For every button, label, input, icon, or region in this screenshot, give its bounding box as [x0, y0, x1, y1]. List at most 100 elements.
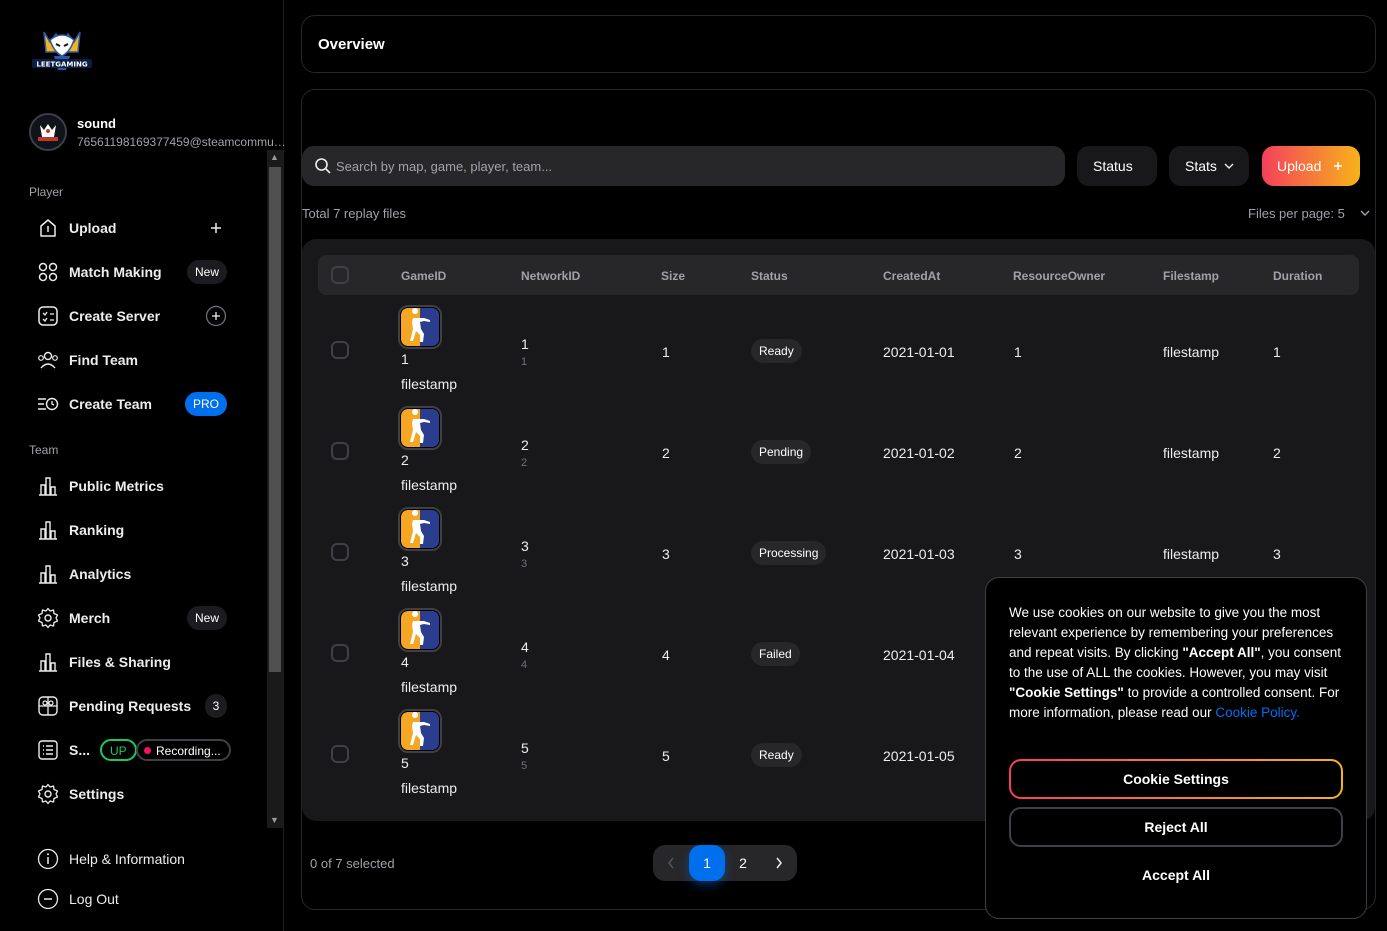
cookie-settings-button[interactable]: Cookie Settings	[1009, 759, 1343, 799]
created-at: 2021-01-04	[883, 647, 955, 663]
search-icon	[315, 158, 331, 174]
column-header-size[interactable]: Size	[661, 269, 685, 283]
nav-upload[interactable]: Upload	[29, 210, 239, 246]
next-page-button[interactable]	[761, 845, 797, 881]
row-checkbox[interactable]	[331, 745, 349, 763]
page-2-button[interactable]: 2	[725, 845, 761, 881]
nav-create-server[interactable]: Create Server	[29, 298, 239, 334]
plus-icon	[1334, 162, 1342, 170]
size-value: 5	[662, 748, 670, 764]
bar-chart-icon	[39, 477, 57, 496]
nav-help[interactable]: Help & Information	[29, 841, 239, 877]
leetgaming-logo[interactable]: LEETGAMING	[30, 26, 94, 78]
column-header-createdat[interactable]: CreatedAt	[883, 269, 940, 283]
game-id: 2	[401, 452, 409, 468]
row-checkbox[interactable]	[331, 341, 349, 359]
nav-replays-label: S...	[69, 742, 91, 758]
nav-files-sharing[interactable]: Files & Sharing	[29, 644, 239, 680]
nav-files-sharing-label: Files & Sharing	[69, 654, 171, 670]
nav-pending-requests[interactable]: Pending Requests 3	[29, 688, 239, 724]
network-id-sub: 5	[521, 760, 528, 772]
column-header-filestamp[interactable]: Filestamp	[1163, 269, 1219, 283]
size-value: 4	[662, 647, 670, 663]
prev-page-button[interactable]	[653, 845, 689, 881]
files-per-page-label: Files per page: 5	[1248, 206, 1345, 221]
filestamp-value: filestamp	[1163, 546, 1220, 562]
row-checkbox[interactable]	[331, 442, 349, 460]
upload-button[interactable]: Upload	[1262, 146, 1360, 186]
stats-dropdown-button[interactable]: Stats	[1169, 146, 1249, 186]
cookie-message: We use cookies on our website to give yo…	[1009, 603, 1349, 723]
size-value: 1	[662, 344, 670, 360]
network-id: 4	[521, 639, 529, 655]
nav-merch-label: Merch	[69, 610, 111, 626]
csgo-game-icon	[398, 507, 442, 551]
reject-all-button[interactable]: Reject All	[1009, 807, 1343, 847]
cookie-settings-quote: "Cookie Settings"	[1009, 685, 1124, 700]
row-checkbox[interactable]	[331, 543, 349, 561]
column-header-gameid[interactable]: GameID	[401, 269, 446, 283]
game-id: 4	[401, 654, 409, 670]
sidebar-scrollbar-thumb[interactable]	[269, 167, 281, 672]
total-files-text: Total 7 replay files	[302, 206, 407, 221]
column-header-status[interactable]: Status	[751, 269, 788, 283]
duration-value: 2	[1273, 445, 1281, 461]
status-chip: Ready	[751, 743, 802, 767]
nav-create-team-label: Create Team	[69, 396, 153, 412]
plus-icon[interactable]	[205, 217, 227, 239]
search-input[interactable]: Search by map, game, player, team...	[302, 146, 1065, 186]
search-placeholder: Search by map, game, player, team...	[336, 159, 553, 174]
team-section-label: Team	[29, 443, 59, 457]
grid-icon	[38, 262, 58, 282]
page-1-button[interactable]: 1	[689, 845, 725, 881]
game-id: 3	[401, 553, 409, 569]
nav-analytics[interactable]: Analytics	[29, 556, 239, 592]
column-header-resourceowner[interactable]: ResourceOwner	[1013, 269, 1105, 283]
nav-ranking-label: Ranking	[69, 522, 125, 538]
nav-upload-label: Upload	[69, 220, 117, 236]
select-all-checkbox[interactable]	[331, 266, 349, 284]
user-profile[interactable]: sound 76561198169377459@steamcommunity.c…	[29, 112, 291, 154]
nav-settings[interactable]: Settings	[29, 776, 239, 812]
document-list-icon	[38, 740, 58, 760]
files-per-page-select[interactable]: Files per page: 5	[1248, 206, 1370, 221]
checklist-icon	[38, 306, 58, 326]
cookie-policy-link[interactable]: Cookie Policy.	[1215, 705, 1300, 720]
nav-create-team[interactable]: Create Team PRO	[29, 386, 239, 422]
network-id-sub: 3	[521, 558, 528, 570]
nav-ranking[interactable]: Ranking	[29, 512, 239, 548]
network-id: 5	[521, 740, 529, 756]
created-at: 2021-01-03	[883, 546, 955, 562]
column-header-networkid[interactable]: NetworkID	[521, 269, 580, 283]
size-value: 2	[662, 445, 670, 461]
svg-text:LEETGAMING: LEETGAMING	[36, 61, 87, 69]
nav-replays[interactable]: S... UP Recording...	[29, 734, 239, 770]
selection-count: 0 of 7 selected	[310, 856, 395, 871]
column-header-duration[interactable]: Duration	[1273, 269, 1322, 283]
nav-find-team[interactable]: Find Team	[29, 342, 239, 378]
table-row[interactable]: 1 filestamp 1 1 1 Ready 2021-01-01 1 filestamp 1	[302, 299, 1375, 400]
nav-settings-label: Settings	[69, 786, 125, 802]
nav-merch[interactable]: Merch New	[29, 600, 239, 636]
overview-card: Overview	[301, 15, 1376, 73]
plus-circle-icon[interactable]	[205, 305, 227, 327]
filestamp-value: filestamp	[1163, 445, 1220, 461]
bar-chart-icon	[39, 653, 57, 672]
scroll-down-arrow-icon[interactable]: ▼	[270, 815, 279, 825]
accept-all-button[interactable]: Accept All	[1009, 855, 1343, 895]
nav-match-making[interactable]: Match Making New	[29, 254, 239, 290]
table-row[interactable]: 2 filestamp 2 2 2 Pending 2021-01-02 2 filestamp…	[302, 400, 1375, 501]
resource-owner: 1	[1014, 344, 1022, 360]
users-icon	[38, 351, 58, 369]
scroll-up-arrow-icon[interactable]: ▲	[270, 152, 279, 162]
user-email: 76561198169377459@steamcommunity.com	[77, 135, 287, 149]
recording-chip[interactable]: Recording...	[136, 739, 231, 761]
row-checkbox[interactable]	[331, 644, 349, 662]
nav-logout[interactable]: Log Out	[29, 881, 239, 917]
csgo-game-icon	[398, 305, 442, 349]
csgo-game-icon	[398, 709, 442, 753]
status-filter-button[interactable]: Status	[1077, 146, 1157, 186]
nav-public-metrics[interactable]: Public Metrics	[29, 468, 239, 504]
game-filestamp: filestamp	[401, 376, 458, 392]
pro-badge: PRO	[184, 392, 227, 416]
